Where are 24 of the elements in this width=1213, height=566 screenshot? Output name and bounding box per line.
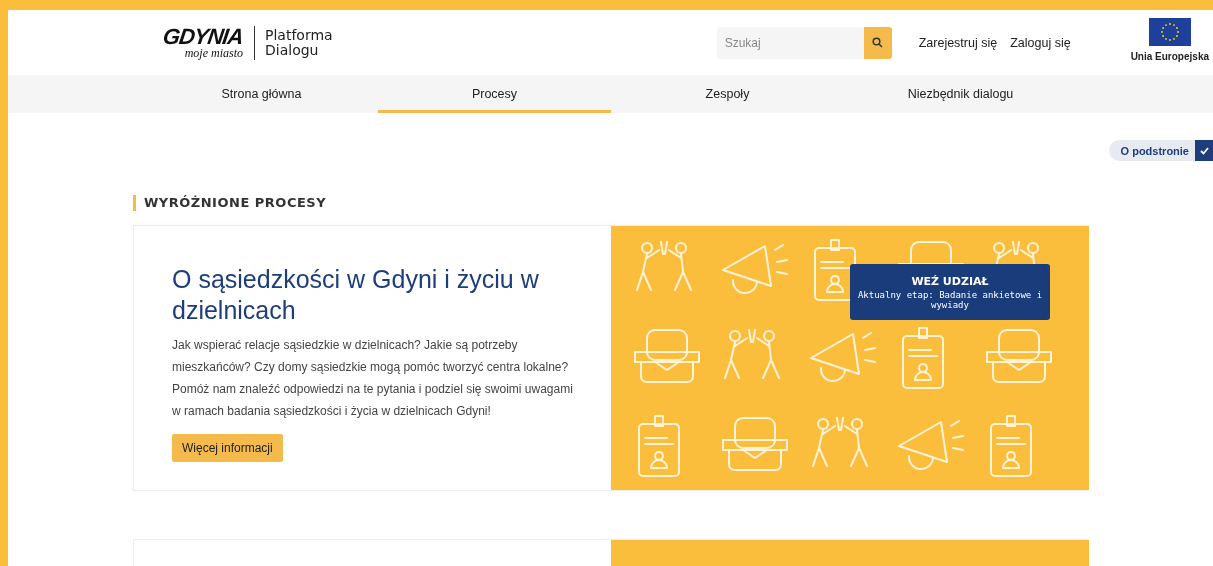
search-field[interactable]: Szukaj [716,26,864,59]
participate-badge[interactable]: WEŹ UDZIAŁ Aktualny etap: Badanie ankietowe i wywiady [850,264,1050,320]
eu-flag-icon [1148,17,1191,46]
search-icon [872,37,884,48]
search-button[interactable] [863,26,892,59]
more-info-button[interactable]: Więcej informacji [172,434,283,462]
eu-label: Unia Europejska [1130,50,1209,62]
platform-name: Dialogu [265,42,320,58]
platform-name: Platforma [265,27,333,43]
badge-title: WEŹ UDZIAŁ [911,275,989,288]
header-link[interactable]: Zarejestruj się [918,35,998,50]
badge-stage: Aktualny etap: Badanie ankietowe i wywiady [856,290,1044,310]
nav-tab[interactable]: Procesy [378,75,611,113]
nav-tab[interactable]: Zespoły [611,75,844,113]
page-info-toggle[interactable]: O podstronie [1108,140,1213,161]
nav-tab[interactable]: Niezbędnik dialogu [844,75,1077,113]
logo-wordmark: GDYNIA [162,26,245,47]
header-link[interactable]: Zaloguj się [1010,35,1071,50]
process-description: Jak wspierać relacje sąsiedzkie w dzielnicach? Jakie są potrzeby mieszkańców? Czy domy sąsiedzkie mogą pomóc tworzyć centra lokalne? Pomóż nam znaleźć odpowiedzi na te pytania i podziel się swoimi uwagami w ramach badania sąsiedzkości i życia w dzielnicach Gdyni! [172,337,574,420]
section-title: WYRÓŻNIONE PROCESY [133,195,1088,211]
nav-tab[interactable]: Strona główna [145,75,378,113]
gdynia-logo[interactable]: GDYNIA moje miasto [145,26,243,59]
process-title[interactable]: O sąsiedzkości w Gdyni i życiu w dzielnicach [172,264,581,326]
logo-tagline: moje miasto [184,46,243,59]
